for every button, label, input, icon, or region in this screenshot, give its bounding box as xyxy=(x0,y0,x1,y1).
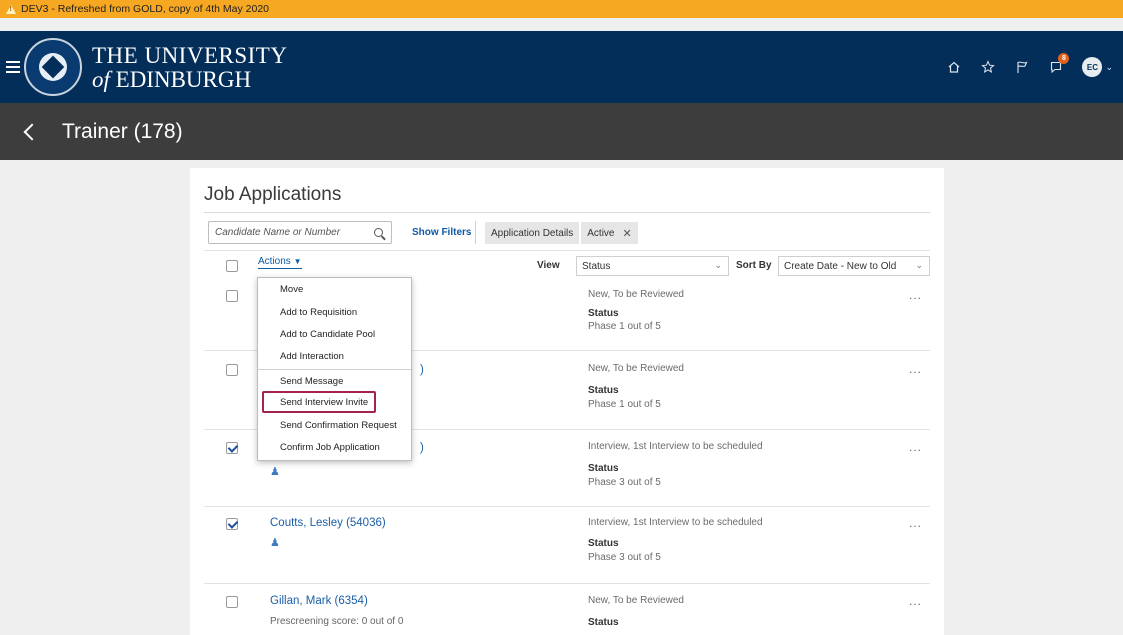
more-actions-icon[interactable]: ... xyxy=(909,594,922,608)
row-checkbox[interactable] xyxy=(226,364,238,376)
home-icon[interactable] xyxy=(946,59,962,75)
page-title: Trainer (178) xyxy=(62,119,183,143)
menu-item-move[interactable]: Move xyxy=(258,281,411,299)
more-actions-icon[interactable]: ... xyxy=(909,362,922,376)
status-text: New, To be Reviewed xyxy=(588,595,684,606)
candidate-search-input[interactable]: Candidate Name or Number xyxy=(208,221,392,244)
status-label: Status xyxy=(588,617,619,628)
chevron-down-icon: ⌄ xyxy=(1105,61,1113,72)
view-select-value: Status xyxy=(582,260,611,272)
notifications-icon[interactable]: 8 xyxy=(1048,53,1070,75)
filter-pill-label: Active xyxy=(587,227,615,239)
candidate-name-link[interactable]: ) xyxy=(420,364,424,376)
actions-label: Actions xyxy=(258,256,291,267)
menu-item-send-message[interactable]: Send Message xyxy=(258,373,411,391)
search-icon[interactable] xyxy=(374,228,383,237)
more-actions-icon[interactable]: ... xyxy=(909,288,922,302)
row-checkbox[interactable] xyxy=(226,442,238,454)
favorites-star-icon[interactable] xyxy=(980,59,996,75)
university-crest-logo[interactable] xyxy=(24,38,82,96)
back-icon[interactable] xyxy=(23,123,41,140)
logo-line-1: THE UNIVERSITY xyxy=(92,42,288,68)
section-heading: Job Applications xyxy=(204,184,342,205)
status-text: New, To be Reviewed xyxy=(588,289,684,300)
show-filters-link[interactable]: Show Filters xyxy=(412,227,471,238)
menu-item-send-confirmation-request[interactable]: Send Confirmation Request xyxy=(258,417,411,435)
logo-line-2: EDINBURGH xyxy=(115,66,252,92)
status-phase: Phase 1 out of 5 xyxy=(588,321,661,332)
environment-warning-bar: DEV3 - Refreshed from GOLD, copy of 4th … xyxy=(0,0,1123,18)
status-phase: Phase 3 out of 5 xyxy=(588,477,661,488)
status-text: Interview, 1st Interview to be scheduled xyxy=(588,441,763,452)
prescreening-score: Prescreening score: 0 out of 0 xyxy=(270,616,404,627)
candidate-name-link[interactable]: Coutts, Lesley (54036) xyxy=(270,517,386,529)
chevron-down-icon: ⌄ xyxy=(915,260,923,270)
divider xyxy=(204,212,930,213)
global-header: THE UNIVERSITY of EDINBURGH 8 EC ⌄ xyxy=(0,31,1123,103)
sort-by-label: Sort By xyxy=(736,260,772,271)
more-actions-icon[interactable]: ... xyxy=(909,440,922,454)
row-checkbox[interactable] xyxy=(226,596,238,608)
status-label: Status xyxy=(588,463,619,474)
menu-item-add-interaction[interactable]: Add Interaction xyxy=(258,348,411,366)
table-row[interactable]: Coutts, Lesley (54036) ♟ Interview, 1st … xyxy=(204,508,930,584)
candidate-name-link[interactable]: ) xyxy=(420,442,424,454)
row-checkbox[interactable] xyxy=(226,518,238,530)
divider xyxy=(475,221,476,244)
view-label: View xyxy=(537,260,560,271)
status-label: Status xyxy=(588,308,619,319)
close-icon[interactable]: ✕ xyxy=(623,227,632,240)
table-row[interactable]: Gillan, Mark (6354) Prescreening score: … xyxy=(204,585,930,635)
menu-item-confirm-job-application[interactable]: Confirm Job Application xyxy=(258,439,411,457)
notification-count-badge: 8 xyxy=(1058,53,1070,64)
person-icon: ♟ xyxy=(270,537,280,549)
filter-pill-active[interactable]: Active ✕ xyxy=(581,222,638,244)
menu-item-send-interview-invite[interactable]: Send Interview Invite xyxy=(258,394,411,412)
user-menu[interactable]: EC ⌄ xyxy=(1082,57,1113,77)
status-text: Interview, 1st Interview to be scheduled xyxy=(588,517,763,528)
status-phase: Phase 1 out of 5 xyxy=(588,399,661,410)
actions-menu-button[interactable]: Actions ▼ xyxy=(258,256,302,269)
menu-item-add-to-requisition[interactable]: Add to Requisition xyxy=(258,304,411,322)
filter-pill-application-details[interactable]: Application Details xyxy=(485,222,580,244)
status-label: Status xyxy=(588,385,619,396)
candidate-name-link[interactable]: Gillan, Mark (6354) xyxy=(270,595,368,607)
view-select[interactable]: Status ⌄ xyxy=(576,256,729,276)
divider xyxy=(204,250,930,251)
page-title-bar: Trainer (178) xyxy=(0,103,1123,160)
flag-icon[interactable] xyxy=(1014,59,1030,75)
chevron-down-icon: ⌄ xyxy=(714,260,722,270)
menu-separator xyxy=(258,369,411,370)
actions-dropdown-menu: Move Add to Requisition Add to Candidate… xyxy=(257,277,412,461)
select-all-checkbox[interactable] xyxy=(226,260,238,272)
menu-icon[interactable] xyxy=(6,58,20,76)
search-placeholder: Candidate Name or Number xyxy=(215,227,341,238)
status-label: Status xyxy=(588,538,619,549)
environment-warning-text: DEV3 - Refreshed from GOLD, copy of 4th … xyxy=(21,3,270,15)
row-checkbox[interactable] xyxy=(226,290,238,302)
university-logo-text[interactable]: THE UNIVERSITY of EDINBURGH xyxy=(92,44,287,91)
sort-select-value: Create Date - New to Old xyxy=(784,260,897,272)
warning-icon xyxy=(6,4,16,14)
status-text: New, To be Reviewed xyxy=(588,363,684,374)
menu-item-add-to-candidate-pool[interactable]: Add to Candidate Pool xyxy=(258,326,411,344)
sort-by-select[interactable]: Create Date - New to Old ⌄ xyxy=(778,256,930,276)
avatar: EC xyxy=(1082,57,1103,77)
filter-pill-label: Application Details xyxy=(491,227,574,239)
more-actions-icon[interactable]: ... xyxy=(909,516,922,530)
person-icon: ♟ xyxy=(270,466,280,478)
chevron-down-icon: ▼ xyxy=(293,257,302,266)
logo-of: of xyxy=(92,66,110,92)
status-phase: Phase 3 out of 5 xyxy=(588,552,661,563)
